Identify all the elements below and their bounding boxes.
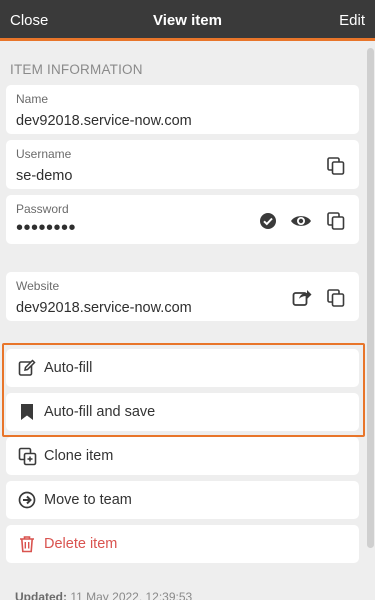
check-circle-icon[interactable] <box>259 212 277 230</box>
username-value: se-demo <box>16 168 73 184</box>
password-label: Password <box>16 202 69 216</box>
arrow-circle-right-icon <box>18 491 36 514</box>
name-value: dev92018.service-now.com <box>16 113 192 129</box>
copy-icon[interactable] <box>326 211 346 231</box>
clone-item-label: Clone item <box>44 448 114 464</box>
clone-item-button[interactable]: Clone item <box>6 437 359 475</box>
autofill-and-save-label: Auto-fill and save <box>44 404 156 420</box>
open-external-icon[interactable] <box>292 289 312 307</box>
clone-icon <box>18 447 38 472</box>
scrollbar[interactable] <box>367 48 374 548</box>
edit-button[interactable]: Edit <box>339 12 365 29</box>
password-field: Password •••••••• <box>6 195 359 244</box>
close-button[interactable]: Close <box>10 12 48 29</box>
website-value: dev92018.service-now.com <box>16 300 192 316</box>
password-value: •••••••• <box>16 217 77 239</box>
delete-item-label: Delete item <box>44 536 118 552</box>
bookmark-icon <box>18 403 36 426</box>
section-label-item-information: ITEM INFORMATION <box>10 62 143 77</box>
header-bar: Close View item Edit <box>0 0 375 41</box>
autofill-and-save-button[interactable]: Auto-fill and save <box>6 393 359 431</box>
page-title: View item <box>153 12 222 29</box>
website-field: Website dev92018.service-now.com <box>6 272 359 321</box>
move-to-team-button[interactable]: Move to team <box>6 481 359 519</box>
move-to-team-label: Move to team <box>44 492 132 508</box>
username-field: Username se-demo <box>6 140 359 189</box>
autofill-label: Auto-fill <box>44 360 93 376</box>
trash-icon <box>18 535 36 558</box>
name-label: Name <box>16 92 49 106</box>
updated-label: Updated: <box>15 590 67 600</box>
updated-timestamp: Updated: 11 May 2022, 12:39:53 <box>15 590 192 600</box>
name-field: Name dev92018.service-now.com <box>6 85 359 134</box>
username-label: Username <box>16 147 72 161</box>
eye-icon[interactable] <box>290 213 312 229</box>
edit-icon <box>18 359 36 382</box>
copy-icon[interactable] <box>326 156 346 176</box>
website-label: Website <box>16 279 60 293</box>
updated-value: 11 May 2022, 12:39:53 <box>70 590 193 600</box>
copy-icon[interactable] <box>326 288 346 308</box>
delete-item-button[interactable]: Delete item <box>6 525 359 563</box>
autofill-button[interactable]: Auto-fill <box>6 349 359 387</box>
